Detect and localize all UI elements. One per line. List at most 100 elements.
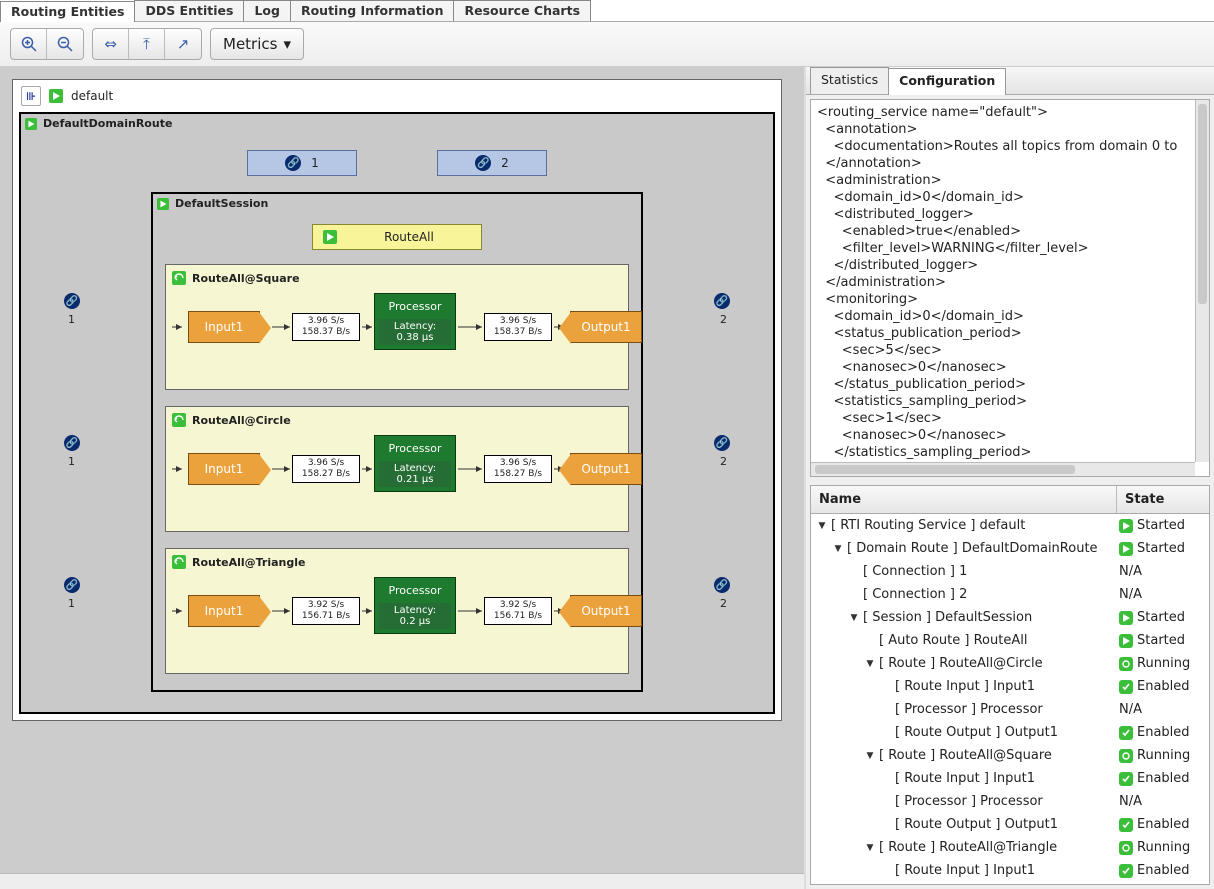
tree-row-state: Started <box>1137 518 1185 533</box>
tab-statistics[interactable]: Statistics <box>810 67 889 94</box>
route-box[interactable]: RouteAll@Triangle 🔗 1 Input1 3.92 S/s156… <box>165 548 629 674</box>
zoom-in-button[interactable] <box>11 29 47 59</box>
tree-row[interactable]: [ Processor ] Processor N/A <box>811 698 1209 721</box>
processor[interactable]: ProcessorLatency:0.2 µs <box>374 577 456 634</box>
tree-row-state: Enabled <box>1137 771 1190 786</box>
connection-1[interactable]: 🔗1 <box>247 150 357 176</box>
rate-in: 3.96 S/s158.37 B/s <box>292 313 360 341</box>
tree-row-label: [ Route Output ] Output1 <box>895 817 1058 832</box>
route-input[interactable]: Input1 <box>188 311 260 343</box>
processor[interactable]: ProcessorLatency:0.21 µs <box>374 435 456 492</box>
metrics-label: Metrics <box>223 35 277 53</box>
metrics-dropdown[interactable]: Metrics▾ <box>211 29 303 59</box>
check-icon <box>1119 726 1133 740</box>
disclosure-icon[interactable]: ▼ <box>865 659 875 669</box>
fit-width-button[interactable]: ⇔ <box>93 29 129 59</box>
fit-height-button[interactable]: ⤒ <box>129 29 165 59</box>
link-icon: 🔗 <box>64 577 80 593</box>
tree-row[interactable]: [ Processor ] Processor N/A <box>811 790 1209 813</box>
routing-canvas: ⊪ default DefaultDomainRoute 🔗1 🔗2 <box>12 79 782 721</box>
tree-header-name[interactable]: Name <box>811 486 1117 513</box>
tree-header-state[interactable]: State <box>1117 486 1209 513</box>
tree-row-label: [ Connection ] 1 <box>863 564 967 579</box>
tree-row-state: Started <box>1137 633 1185 648</box>
export-button[interactable]: ↗ <box>165 29 201 59</box>
play-icon <box>49 89 63 103</box>
play-icon <box>1119 542 1133 556</box>
main-tabbar: Routing Entities DDS Entities Log Routin… <box>0 0 1214 22</box>
tree-row[interactable]: [ Connection ] 1 N/A <box>811 560 1209 583</box>
disclosure-icon[interactable]: ▼ <box>849 613 859 623</box>
tree-row[interactable]: ▼ [ Route ] RouteAll@Square Running <box>811 744 1209 767</box>
running-icon <box>1119 749 1133 763</box>
tab-resource-charts[interactable]: Resource Charts <box>453 0 591 21</box>
route-box[interactable]: RouteAll@Circle 🔗 1 Input1 3.96 S/s158.2… <box>165 406 629 532</box>
connection-2-label: 2 <box>501 156 509 170</box>
tree-row[interactable]: ▼ [ Route ] RouteAll@Triangle Running <box>811 836 1209 859</box>
tree-row[interactable]: ▼ [ Route ] RouteAll@Circle Running <box>811 652 1209 675</box>
tab-routing-info[interactable]: Routing Information <box>290 0 455 21</box>
disclosure-icon[interactable]: ▼ <box>817 521 827 531</box>
tab-routing-entities[interactable]: Routing Entities <box>0 1 135 22</box>
processor[interactable]: ProcessorLatency:0.38 µs <box>374 293 456 350</box>
tree-row[interactable]: [ Connection ] 2 N/A <box>811 583 1209 606</box>
tree-row-state: N/A <box>1119 794 1142 809</box>
running-icon <box>1119 841 1133 855</box>
link-icon: 🔗 <box>714 577 730 593</box>
disclosure-icon[interactable]: ▼ <box>865 751 875 761</box>
configuration-xml-viewer[interactable]: <routing_service name="default"> <annota… <box>810 99 1210 477</box>
auto-route-label: RouteAll <box>347 230 471 244</box>
tree-row-label: [ Route Input ] Input1 <box>895 771 1035 786</box>
vertical-scrollbar[interactable] <box>1195 100 1209 462</box>
disclosure-icon[interactable]: ▼ <box>865 843 875 853</box>
check-icon <box>1119 772 1133 786</box>
tree-row[interactable]: [ Route Input ] Input1 Enabled <box>811 675 1209 698</box>
zoom-out-button[interactable] <box>47 29 83 59</box>
route-input[interactable]: Input1 <box>188 453 260 485</box>
tree-row-state: Running <box>1137 748 1190 763</box>
route-output[interactable]: Output1 <box>570 595 642 627</box>
rti-logo-icon: ⊪ <box>21 86 41 106</box>
connection-2[interactable]: 🔗2 <box>437 150 547 176</box>
horizontal-scrollbar[interactable] <box>0 873 804 889</box>
rate-in: 3.92 S/s156.71 B/s <box>292 597 360 625</box>
tree-row-label: [ Route Output ] Output1 <box>895 725 1058 740</box>
check-icon <box>1119 680 1133 694</box>
tree-row[interactable]: [ Route Output ] Output1 Enabled <box>811 813 1209 836</box>
play-icon <box>323 230 337 244</box>
domain-route-box[interactable]: DefaultDomainRoute 🔗1 🔗2 DefaultSession <box>19 112 775 714</box>
tab-log[interactable]: Log <box>243 0 291 21</box>
tab-dds-entities[interactable]: DDS Entities <box>134 0 244 21</box>
auto-route-box[interactable]: RouteAll <box>312 224 482 250</box>
tree-row[interactable]: [ Route Input ] Input1 Enabled <box>811 767 1209 790</box>
port-left-num: 1 <box>68 597 75 610</box>
route-box[interactable]: RouteAll@Square 🔗 1 Input1 3.96 S/s158.3… <box>165 264 629 390</box>
tree-body[interactable]: ▼ [ RTI Routing Service ] default Starte… <box>811 514 1209 884</box>
running-icon <box>1119 657 1133 671</box>
route-output[interactable]: Output1 <box>570 311 642 343</box>
rate-in: 3.96 S/s158.27 B/s <box>292 455 360 483</box>
tree-row[interactable]: [ Route Input ] Input1 Enabled <box>811 859 1209 882</box>
tree-row-label: [ Domain Route ] DefaultDomainRoute <box>847 541 1098 556</box>
tab-configuration[interactable]: Configuration <box>888 68 1006 95</box>
tree-row[interactable]: ▼ [ Domain Route ] DefaultDomainRoute St… <box>811 537 1209 560</box>
session-box[interactable]: DefaultSession RouteAll RouteAll@Square <box>151 192 643 692</box>
route-input[interactable]: Input1 <box>188 595 260 627</box>
port-right-num: 2 <box>720 313 727 326</box>
tree-row[interactable]: [ Auto Route ] RouteAll Started <box>811 629 1209 652</box>
canvas-viewport[interactable]: ⊪ default DefaultDomainRoute 🔗1 🔗2 <box>4 71 800 869</box>
rate-out: 3.96 S/s158.37 B/s <box>484 313 552 341</box>
tree-row[interactable]: [ Route Output ] Output1 Enabled <box>811 721 1209 744</box>
link-icon: 🔗 <box>64 293 80 309</box>
tree-row[interactable]: ▼ [ Session ] DefaultSession Started <box>811 606 1209 629</box>
tree-row-label: [ Route ] RouteAll@Circle <box>879 656 1043 671</box>
tree-row-label: [ Processor ] Processor <box>895 794 1043 809</box>
disclosure-icon[interactable]: ▼ <box>833 544 843 554</box>
horizontal-scrollbar[interactable] <box>811 462 1195 476</box>
connection-1-label: 1 <box>311 156 319 170</box>
running-icon <box>172 271 186 285</box>
tree-row-state: Started <box>1137 610 1185 625</box>
route-output[interactable]: Output1 <box>570 453 642 485</box>
route-label: RouteAll@Circle <box>192 414 291 427</box>
tree-row[interactable]: ▼ [ RTI Routing Service ] default Starte… <box>811 514 1209 537</box>
